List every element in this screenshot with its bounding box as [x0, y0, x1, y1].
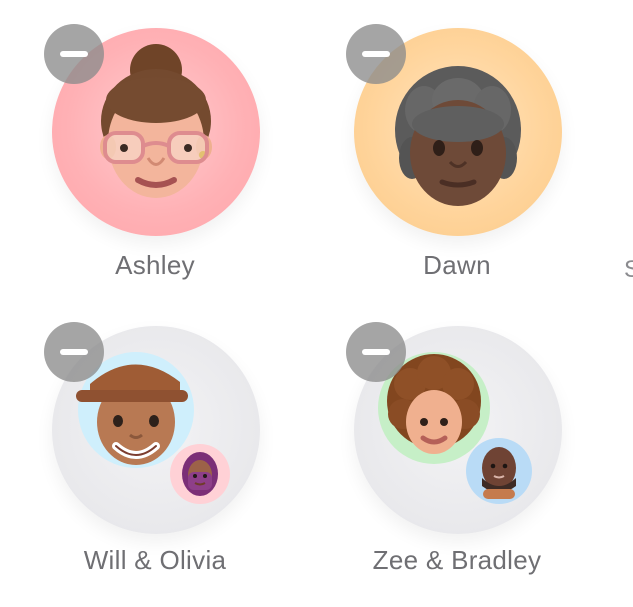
contact-name: Will & Olivia: [83, 545, 227, 575]
contact-ashley[interactable]: Ashley: [40, 20, 270, 310]
remove-contact-button[interactable]: [44, 24, 104, 84]
memoji-bald-man-beard-icon: [466, 438, 532, 504]
contact-zee-bradley[interactable]: Zee & Bradley: [342, 318, 572, 607]
remove-contact-button[interactable]: [44, 322, 104, 382]
memoji-girl-purple-hair-icon: [170, 444, 230, 504]
contacts-grid: Ashley Dawn Will & Olivia Zee & Bradley …: [0, 0, 633, 607]
contact-name: Ashley: [115, 250, 195, 280]
contact-name: Dawn: [423, 250, 491, 280]
partial-contact-label: S: [624, 256, 633, 283]
contact-dawn[interactable]: Dawn: [342, 20, 572, 310]
contact-will-olivia[interactable]: Will & Olivia: [40, 318, 270, 607]
contact-name: Zee & Bradley: [372, 545, 542, 575]
remove-contact-button[interactable]: [346, 322, 406, 382]
remove-contact-button[interactable]: [346, 24, 406, 84]
